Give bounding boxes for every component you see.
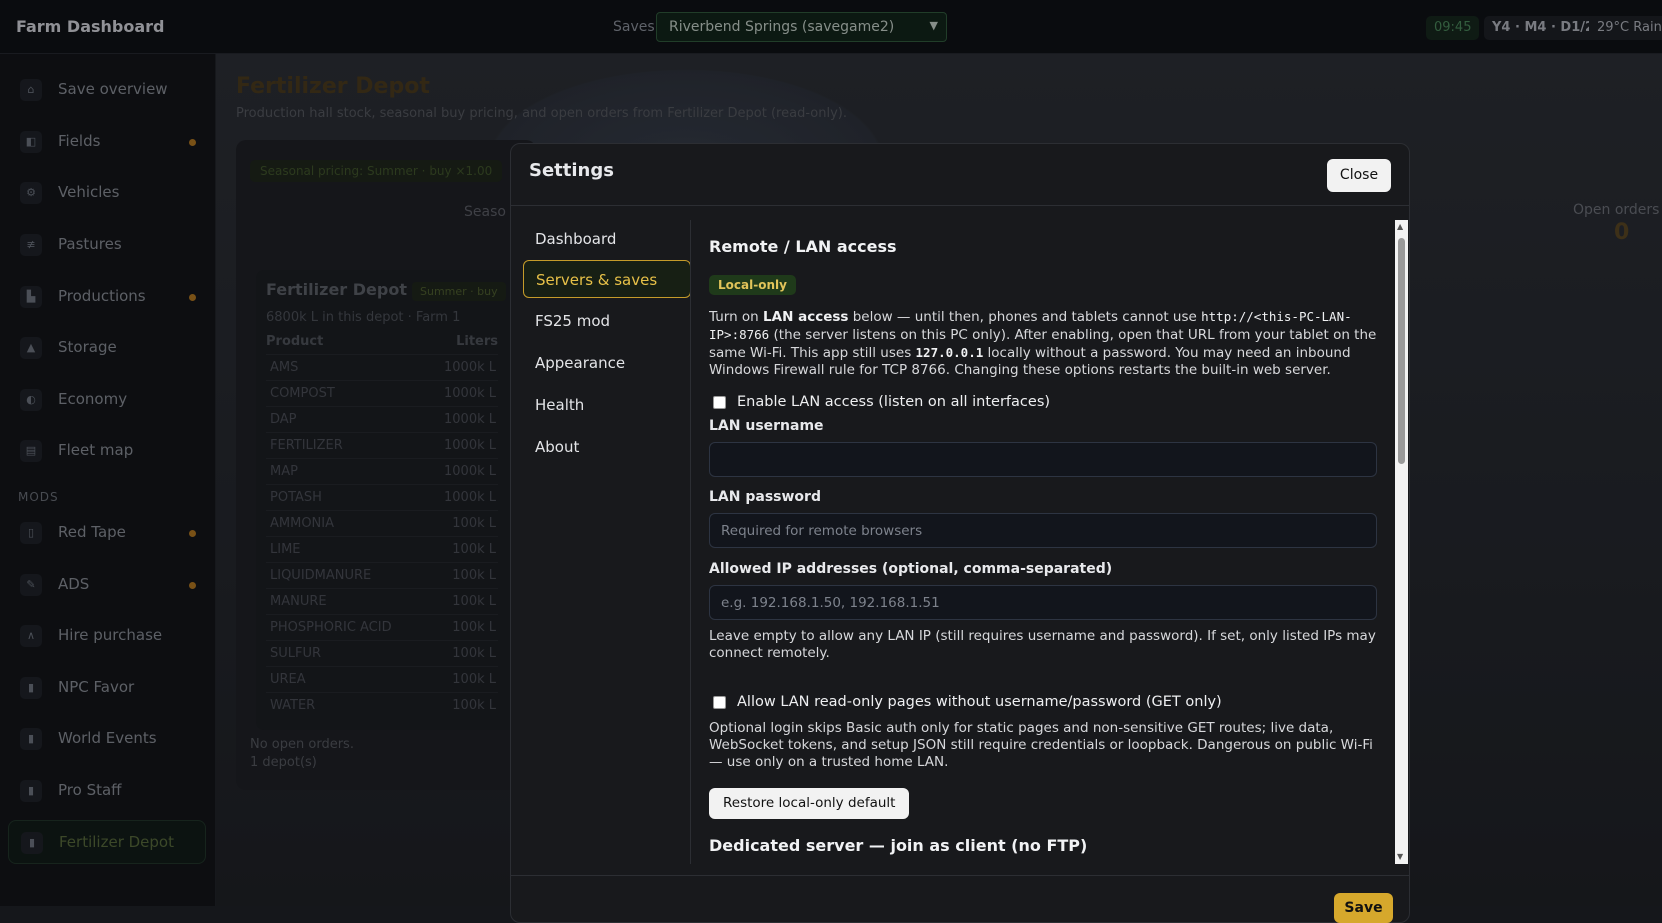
settings-content: Remote / LAN access Local-only Turn on L… [709, 220, 1381, 864]
lan-password-label: LAN password [709, 489, 821, 505]
close-button[interactable]: Close [1327, 159, 1391, 192]
modal-title: Settings [529, 160, 614, 181]
intro-text: below — until then, phones and tablets c… [848, 309, 1202, 325]
tab-about[interactable]: About [523, 428, 691, 466]
readonly-help: Optional login skips Basic auth only for… [709, 720, 1373, 770]
intro-text: Turn on [709, 309, 764, 325]
lan-username-input[interactable] [709, 442, 1377, 477]
intro-bold: LAN access [763, 309, 849, 325]
tab-appearance[interactable]: Appearance [523, 344, 691, 382]
readonly-label: Allow LAN read-only pages without userna… [737, 694, 1222, 710]
tab-health[interactable]: Health [523, 386, 691, 424]
enable-lan-label: Enable LAN access (listen on all interfa… [737, 394, 1051, 410]
readonly-checkbox[interactable] [713, 696, 726, 709]
enable-lan-checkbox[interactable] [713, 396, 726, 409]
localhost-code: 127.0.0.1 [915, 345, 984, 360]
divider [511, 205, 1409, 206]
scroll-up-arrow-icon[interactable]: ▲ [1397, 222, 1403, 231]
scrollbar-thumb[interactable] [1398, 238, 1405, 464]
divider [511, 875, 1409, 876]
tab-dashboard[interactable]: Dashboard [523, 220, 691, 258]
settings-modal: Settings Close Dashboard Servers & saves… [510, 143, 1410, 923]
tab-servers-saves[interactable]: Servers & saves [523, 260, 691, 298]
allowed-ip-input[interactable]: e.g. 192.168.1.50, 192.168.1.51 [709, 585, 1377, 620]
scroll-down-arrow-icon[interactable]: ▼ [1397, 852, 1403, 861]
lan-intro-text: Turn on LAN access below — until then, p… [709, 308, 1377, 379]
restore-local-only-button[interactable]: Restore local-only default [709, 788, 910, 819]
allowed-ip-help: Leave empty to allow any LAN IP (still r… [709, 628, 1376, 661]
allowed-ip-label: Allowed IP addresses (optional, comma-se… [709, 561, 1113, 577]
lan-username-label: LAN username [709, 418, 824, 434]
local-only-badge: Local-only [709, 275, 796, 295]
section-title-dedicated-server: Dedicated server — join as client (no FT… [709, 836, 1088, 855]
divider [690, 220, 691, 864]
tab-fs25-mod[interactable]: FS25 mod [523, 302, 691, 340]
lan-password-input[interactable]: Required for remote browsers [709, 513, 1377, 548]
save-button[interactable]: Save [1334, 893, 1393, 923]
section-title-remote-lan: Remote / LAN access [709, 237, 897, 256]
